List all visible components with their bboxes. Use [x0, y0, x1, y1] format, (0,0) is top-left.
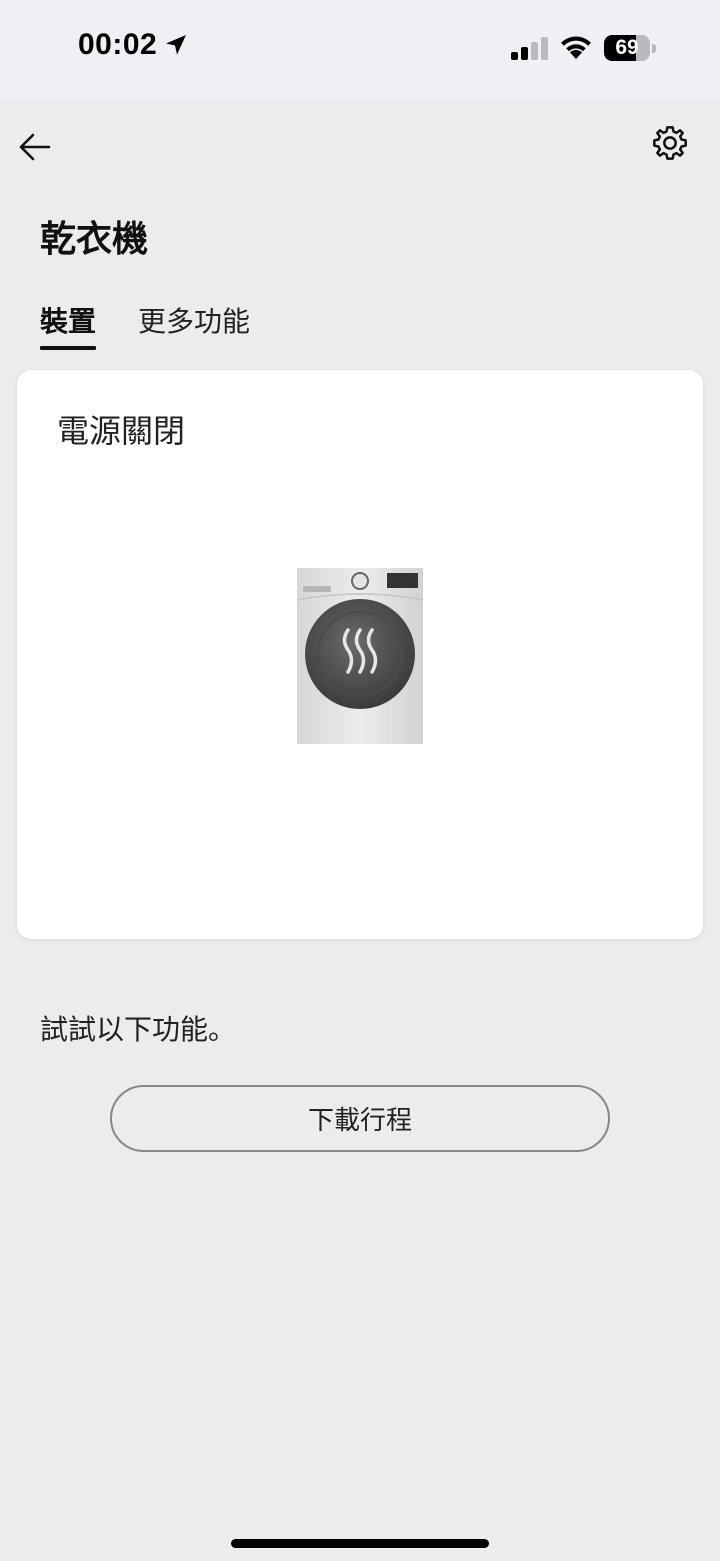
home-indicator[interactable] [231, 1539, 489, 1548]
back-button[interactable] [14, 126, 56, 168]
status-time-group: 00:02 [78, 28, 189, 62]
status-time: 00:02 [78, 28, 158, 61]
page-title: 乾衣機 [40, 219, 149, 260]
location-arrow-icon [163, 32, 189, 58]
download-schedule-button[interactable]: 下載行程 [110, 1085, 610, 1152]
device-card[interactable]: 電源關閉 [17, 370, 703, 939]
tab-device[interactable]: 裝置 [40, 300, 97, 350]
wifi-icon [561, 36, 591, 59]
gear-icon [653, 126, 687, 160]
arrow-left-icon [19, 133, 51, 161]
tab-bar: 裝置 更多功能 [40, 300, 292, 350]
status-bar: 00:02 69 [0, 0, 720, 98]
battery-indicator: 69 [604, 35, 656, 61]
tab-more-features[interactable]: 更多功能 [138, 300, 250, 348]
dryer-icon [297, 568, 423, 744]
battery-level: 69 [615, 36, 639, 59]
suggestion-text: 試試以下功能。 [40, 1013, 237, 1046]
cellular-signal-icon [511, 37, 548, 60]
settings-button[interactable] [648, 121, 692, 165]
device-power-status: 電源關閉 [57, 412, 186, 450]
battery-tip [652, 44, 656, 53]
